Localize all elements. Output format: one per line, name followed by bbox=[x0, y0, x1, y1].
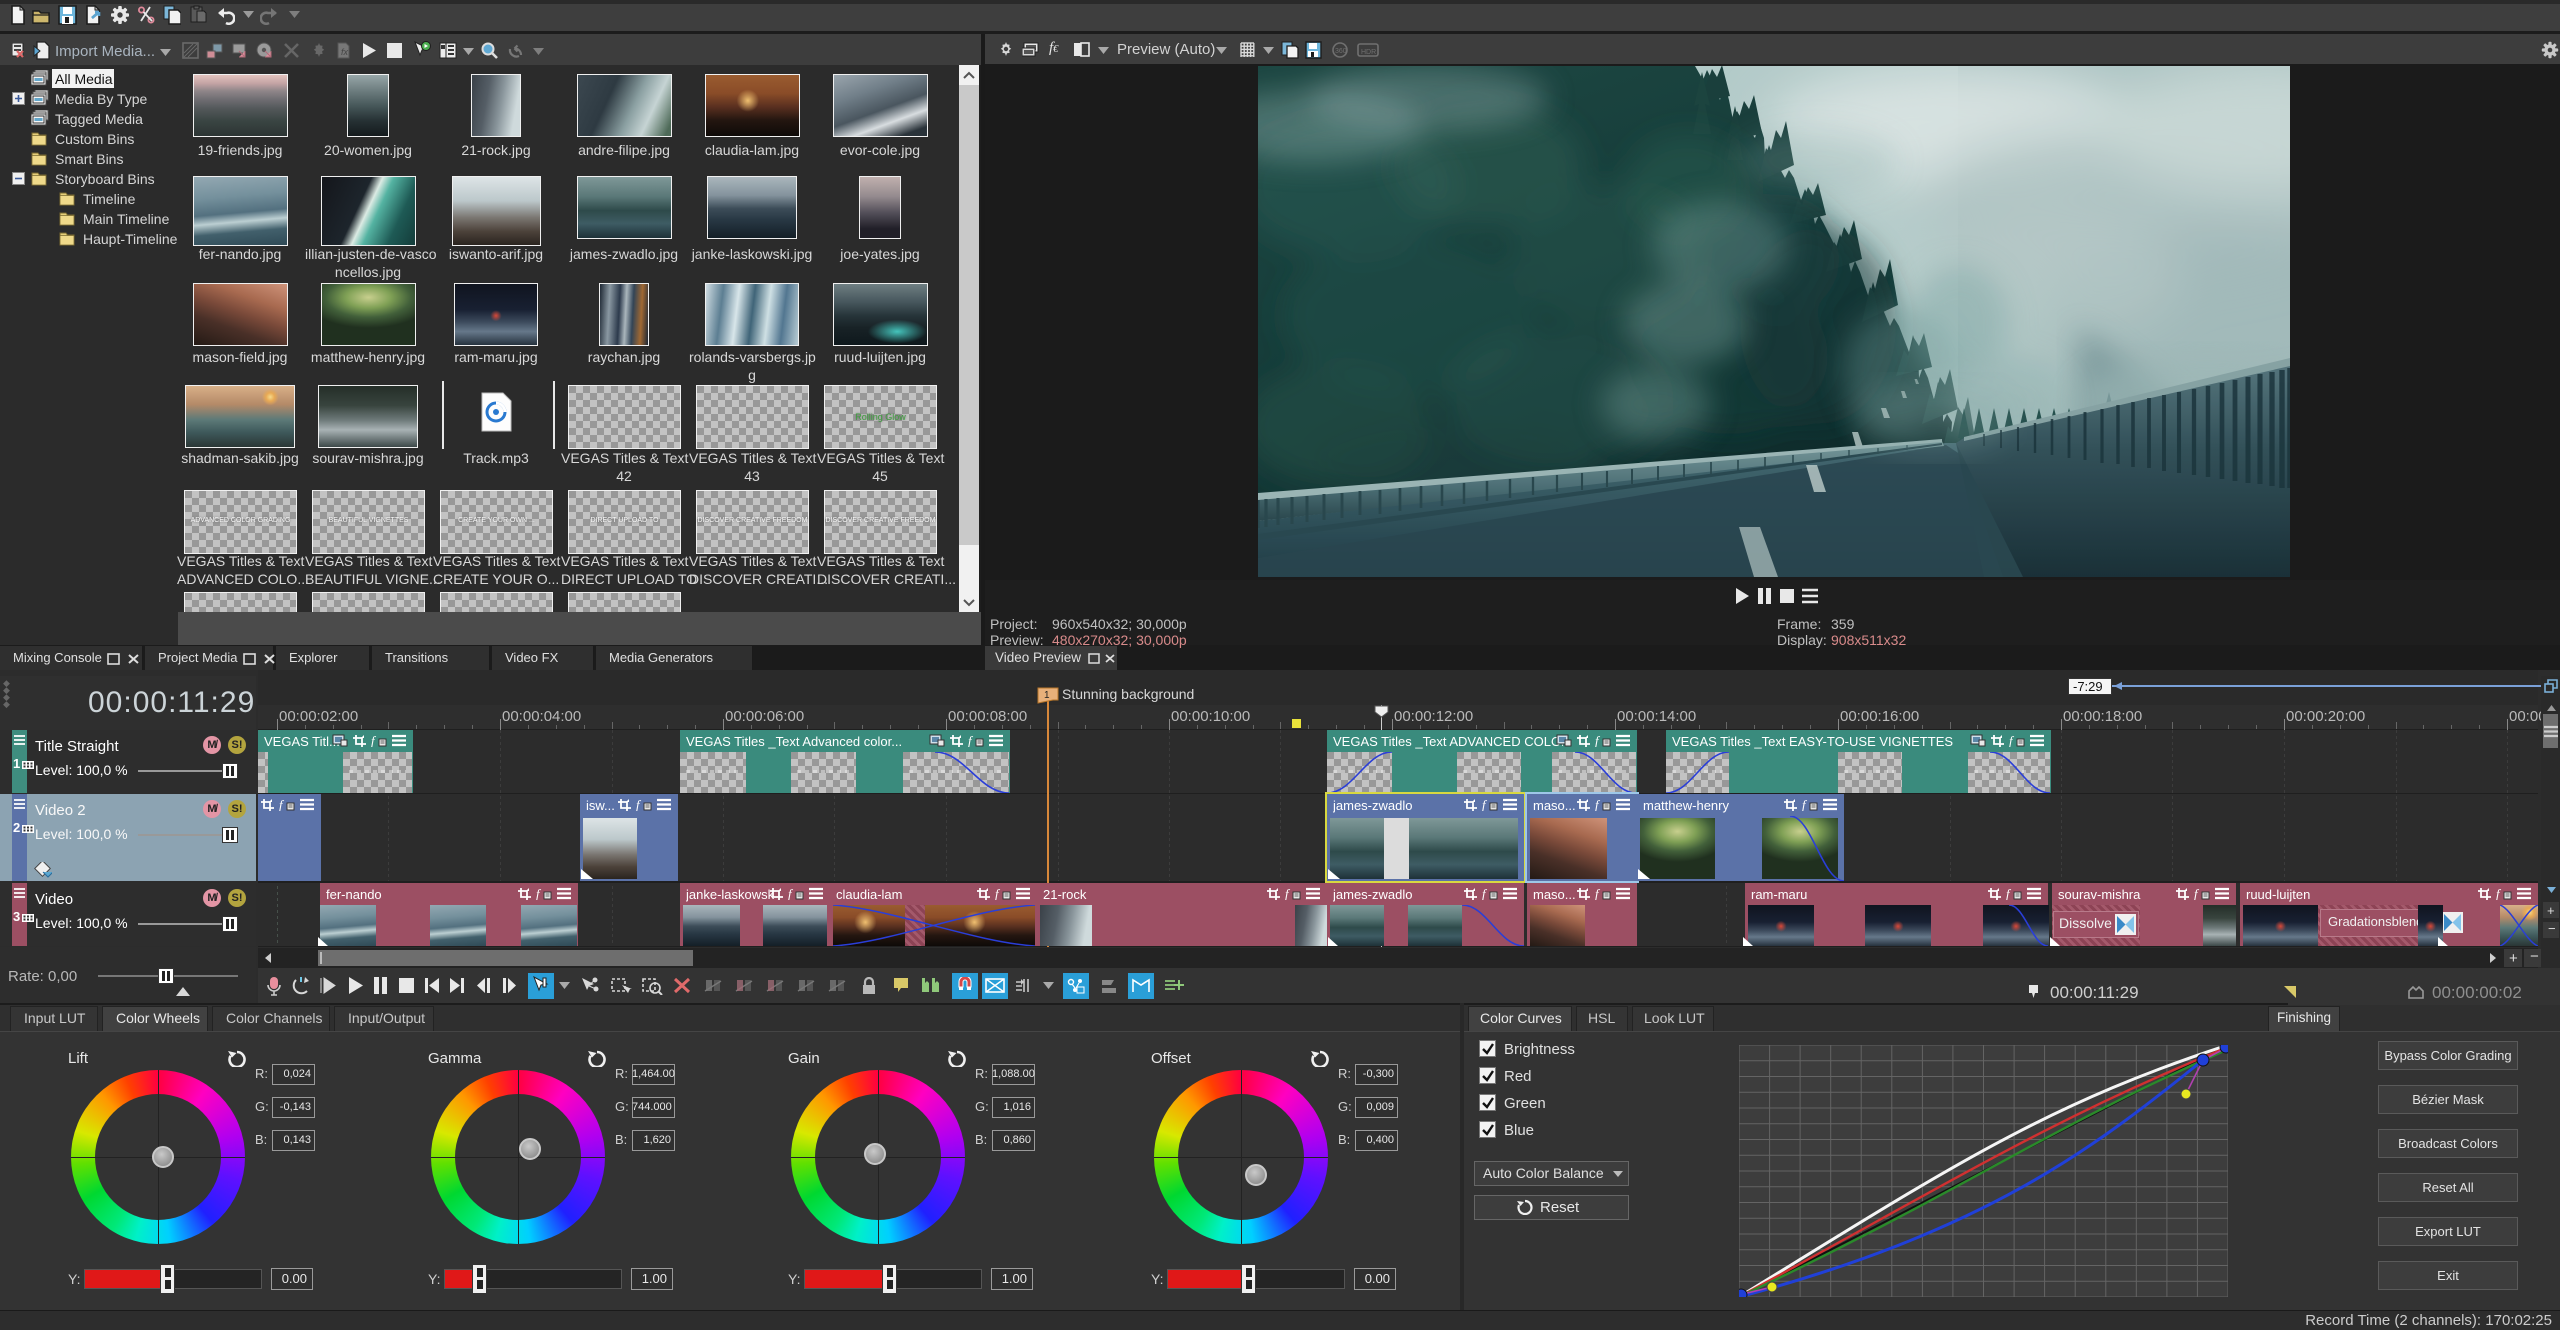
svg-text:f: f bbox=[2006, 887, 2012, 900]
svg-text:fx: fx bbox=[341, 47, 349, 57]
svg-text:f: f bbox=[2194, 887, 2200, 900]
svg-text:f: f bbox=[2496, 887, 2502, 900]
svg-text:f: f bbox=[371, 734, 377, 747]
svg-text:f: f bbox=[788, 887, 794, 900]
svg-text:1: 1 bbox=[1044, 690, 1050, 701]
svg-text:f: f bbox=[536, 887, 542, 900]
svg-text:f: f bbox=[636, 798, 642, 811]
svg-text:f: f bbox=[1595, 734, 1601, 747]
svg-text:f: f bbox=[968, 734, 974, 747]
svg-text:360: 360 bbox=[1335, 48, 1347, 55]
svg-text:f: f bbox=[1802, 798, 1808, 811]
svg-text:f: f bbox=[995, 887, 1001, 900]
svg-text:f: f bbox=[1482, 887, 1488, 900]
svg-text:f: f bbox=[279, 798, 285, 811]
svg-text:f: f bbox=[1595, 887, 1601, 900]
svg-text:HDR: HDR bbox=[1361, 49, 1376, 56]
svg-text:f: f bbox=[2009, 734, 2015, 747]
svg-text:f: f bbox=[1285, 887, 1291, 900]
